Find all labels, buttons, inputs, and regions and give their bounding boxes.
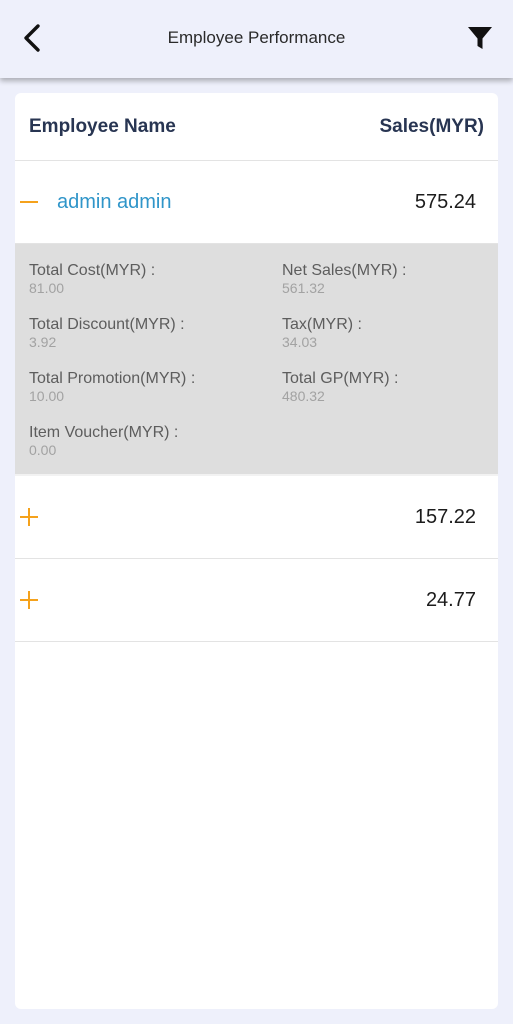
detail-total-promotion: Total Promotion(MYR) : 10.00 xyxy=(29,369,195,405)
detail-value: 81.00 xyxy=(29,280,65,296)
detail-label: Item Voucher(MYR) : xyxy=(29,424,179,441)
detail-value: 480.32 xyxy=(282,388,325,404)
employee-sales: 24.77 xyxy=(425,588,476,611)
detail-total-discount: Total Discount(MYR) : 3.92 xyxy=(29,315,185,351)
table-row[interactable]: 157.22 xyxy=(15,476,498,559)
expand-plus-icon[interactable] xyxy=(19,507,39,527)
table-row[interactable]: admin admin 575.24 xyxy=(15,161,498,244)
expand-plus-icon[interactable] xyxy=(19,590,39,610)
employee-sales: 157.22 xyxy=(414,505,476,528)
detail-label: Total Discount(MYR) : xyxy=(29,316,185,333)
table-row[interactable]: 24.77 xyxy=(15,559,498,642)
detail-net-sales: Net Sales(MYR) : 561.32 xyxy=(282,261,406,297)
column-header-sales: Sales(MYR) xyxy=(379,115,484,137)
employee-detail-panel: Total Cost(MYR) : 81.00 Net Sales(MYR) :… xyxy=(15,244,498,476)
detail-label: Total GP(MYR) : xyxy=(282,370,399,387)
collapse-minus-icon[interactable] xyxy=(19,192,39,212)
detail-total-gp: Total GP(MYR) : 480.32 xyxy=(282,369,398,405)
detail-value: 0.00 xyxy=(29,442,57,458)
detail-label: Net Sales(MYR) : xyxy=(282,262,407,279)
employee-name[interactable]: admin admin xyxy=(57,191,172,214)
detail-value: 10.00 xyxy=(29,388,65,404)
filter-icon xyxy=(468,27,492,49)
detail-label: Total Cost(MYR) : xyxy=(29,262,156,279)
performance-card: Employee Name Sales(MYR) admin admin 575… xyxy=(15,93,498,1009)
detail-label: Tax(MYR) : xyxy=(282,316,362,333)
detail-value: 3.92 xyxy=(29,334,57,350)
table-header: Employee Name Sales(MYR) xyxy=(15,93,498,161)
column-header-employee-name: Employee Name xyxy=(29,115,176,137)
detail-value: 34.03 xyxy=(282,334,318,350)
page-title: Employee Performance xyxy=(167,28,346,47)
detail-label: Total Promotion(MYR) : xyxy=(29,370,196,387)
filter-button[interactable] xyxy=(465,22,495,54)
employee-sales: 575.24 xyxy=(414,190,476,213)
app-bar: Employee Performance xyxy=(0,0,513,78)
detail-total-cost: Total Cost(MYR) : 81.00 xyxy=(29,261,155,297)
detail-value: 561.32 xyxy=(282,280,325,296)
detail-item-voucher: Item Voucher(MYR) : 0.00 xyxy=(29,423,178,459)
detail-tax: Tax(MYR) : 34.03 xyxy=(282,315,362,351)
